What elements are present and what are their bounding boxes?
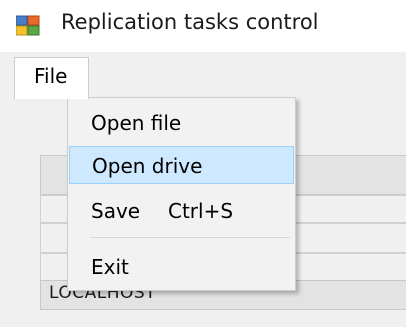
menu-item-label: Exit	[91, 255, 129, 279]
menu-item-label: Open drive	[92, 154, 203, 178]
menu-separator	[90, 237, 290, 238]
window-title: Replication tasks control	[61, 10, 319, 34]
title-bar: Replication tasks control	[0, 0, 406, 52]
menu-item-label: Save	[91, 199, 141, 223]
menu-item-open-drive[interactable]: Open drive	[69, 146, 294, 184]
app-window: Replication tasks control File LOCALHOST…	[0, 0, 406, 327]
menu-item-shortcut: Ctrl+S	[168, 199, 234, 223]
file-menu-dropdown: Open file Open drive Save Ctrl+S Exit	[67, 97, 296, 291]
menu-file-label: File	[34, 64, 68, 88]
menu-item-label: Open file	[91, 111, 182, 135]
app-window-icon	[16, 15, 40, 36]
menu-item-open-file[interactable]: Open file	[69, 104, 294, 142]
menu-file[interactable]: File	[14, 57, 89, 99]
menu-item-save[interactable]: Save Ctrl+S	[69, 192, 294, 230]
menu-item-exit[interactable]: Exit	[69, 248, 294, 286]
